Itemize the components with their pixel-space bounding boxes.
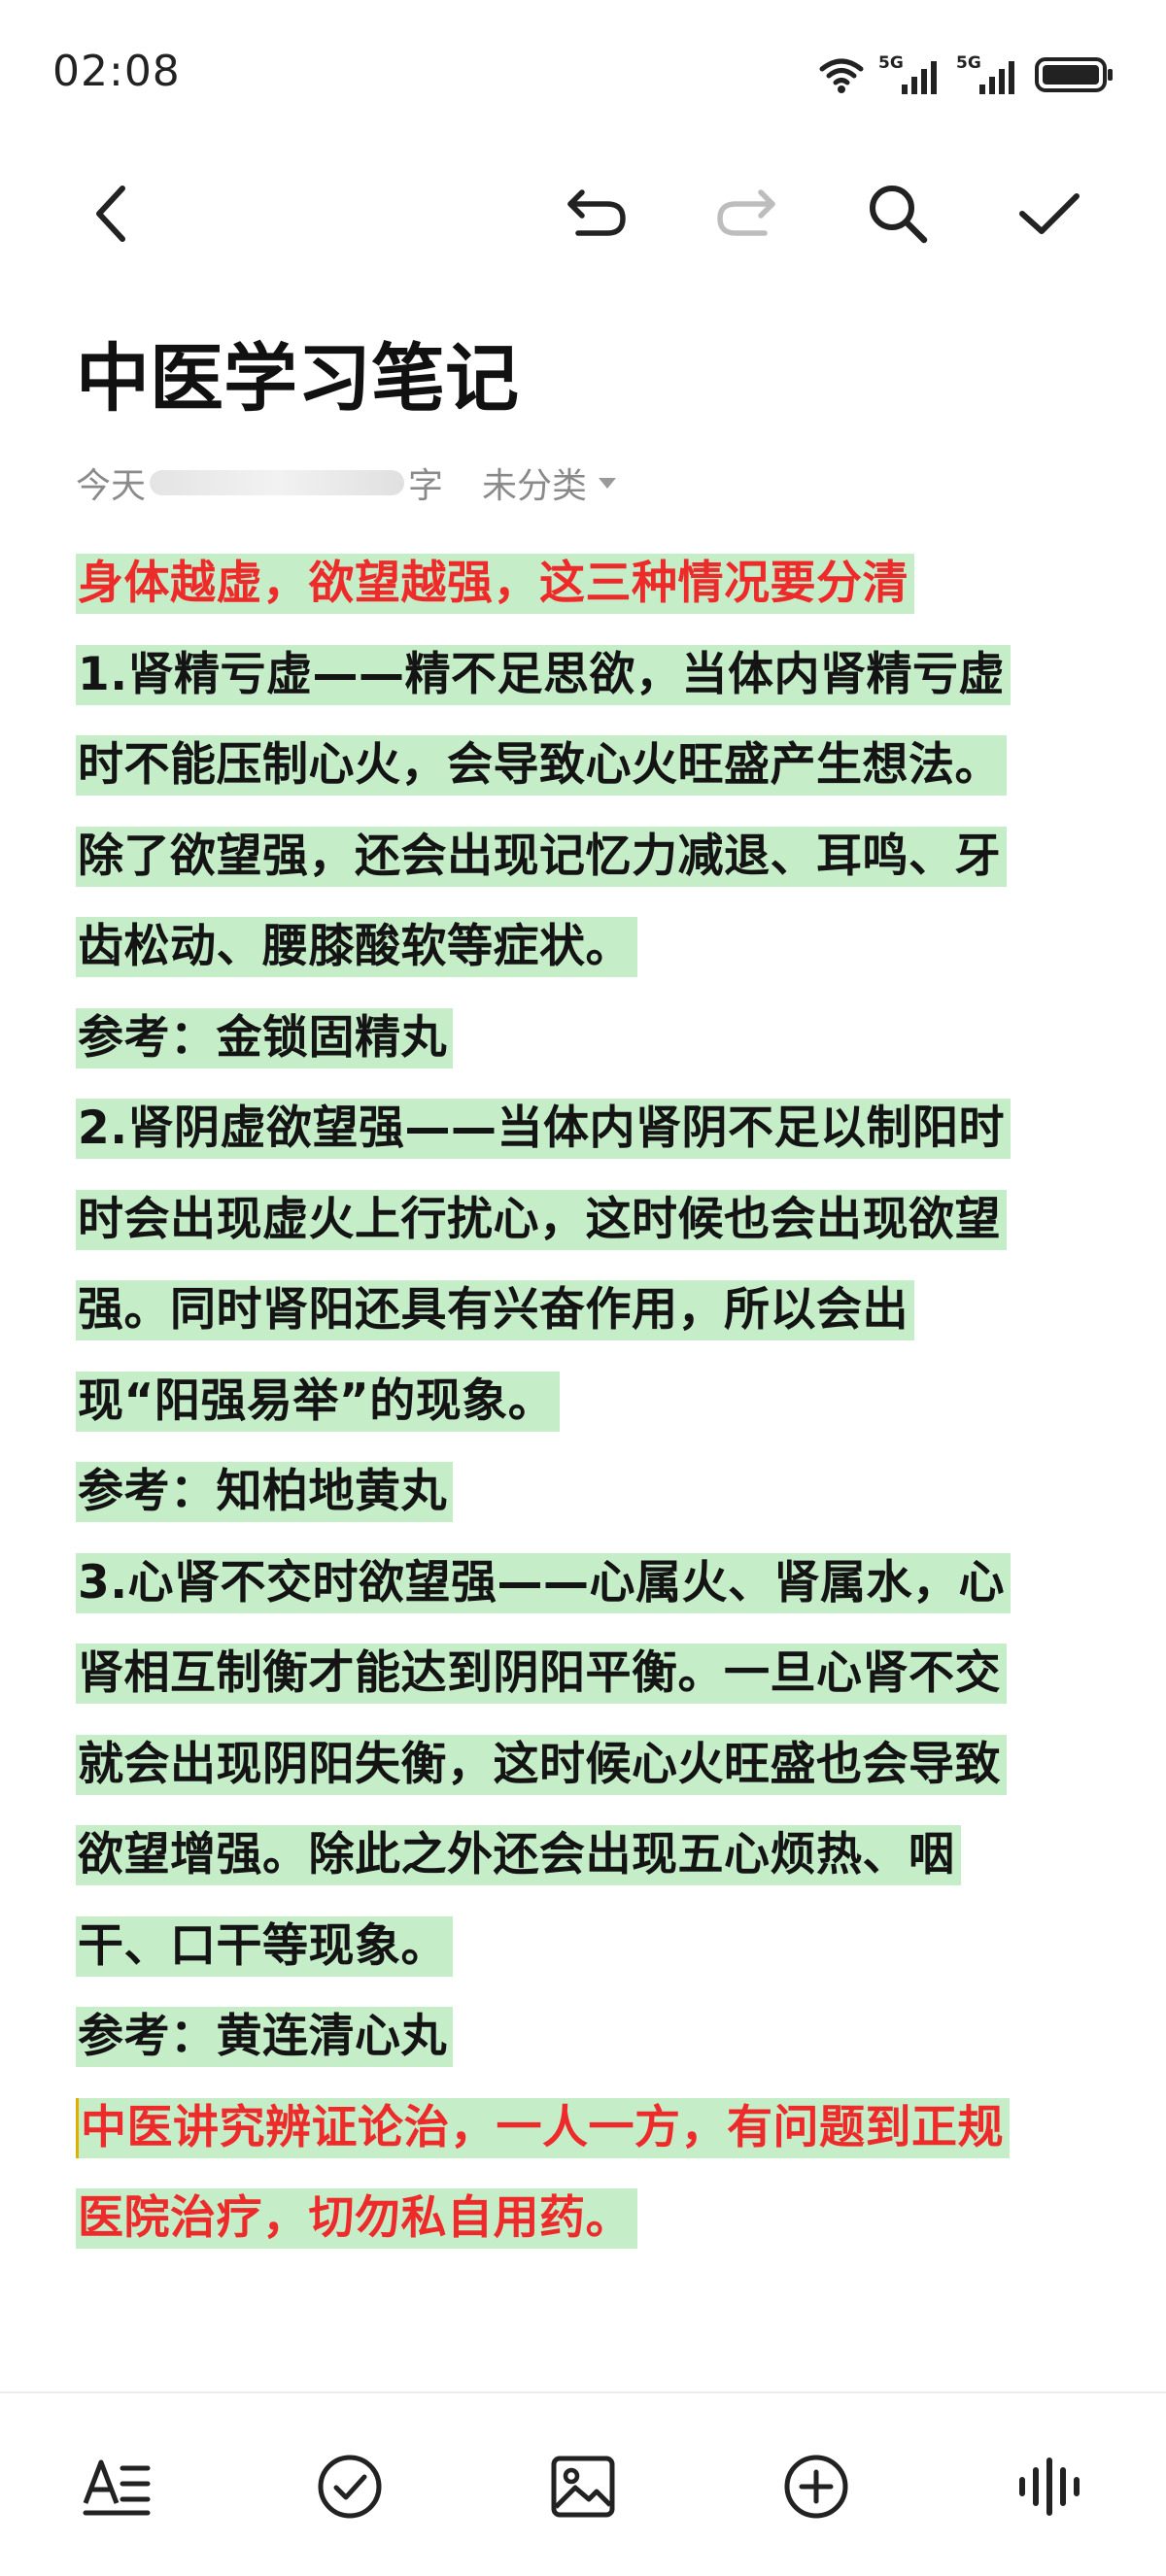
- checklist-icon: [318, 2455, 382, 2519]
- note-line[interactable]: 除了欲望强，还会出现记忆力减退、耳鸣、牙: [76, 826, 1096, 918]
- status-icons: 5G 5G: [818, 51, 1115, 99]
- redo-icon: [717, 189, 775, 236]
- note-line-text: 强。同时肾阳还具有兴奋作用，所以会出: [76, 1280, 914, 1340]
- status-bar: 02:08 5G 5G: [0, 0, 1166, 146]
- category-label: 未分类: [482, 466, 588, 506]
- note-line[interactable]: 时会出现虚火上行扰心，这时候也会出现欲望: [76, 1189, 1096, 1281]
- note-line[interactable]: 身体越虚，欲望越强，这三种情况要分清: [76, 554, 1096, 645]
- note-line-text: 干、口干等现象。: [76, 1915, 453, 1977]
- bottom-toolbar: [0, 2438, 1166, 2535]
- note-date: 今天: [76, 466, 147, 506]
- chevron-down-icon: [599, 478, 617, 489]
- note-line[interactable]: 1.肾精亏虚——精不足思欲，当体内肾精亏虚: [76, 644, 1096, 736]
- note-line[interactable]: 中医讲究辨证论治，一人一方，有问题到正规: [76, 2097, 1096, 2189]
- note-line-text: 参考：金锁固精丸: [76, 1007, 453, 1068]
- note-title[interactable]: 中医学习笔记: [76, 330, 519, 427]
- note-body[interactable]: 身体越虚，欲望越强，这三种情况要分清 1.肾精亏虚——精不足思欲，当体内肾精亏虚时…: [76, 554, 1096, 2280]
- image-icon: [551, 2456, 615, 2518]
- note-line[interactable]: 医院治疗，切勿私自用药。: [76, 2188, 1096, 2280]
- category-selector[interactable]: 未分类: [482, 458, 618, 508]
- note-line-text: 除了欲望强，还会出现记忆力减退、耳鸣、牙: [76, 826, 1007, 887]
- note-line-text: 欲望增强。除此之外还会出现五心烦热、咽: [76, 1825, 961, 1885]
- note-line[interactable]: 就会出现阴阳失衡，这时候心火旺盛也会导致: [76, 1734, 1096, 1826]
- text-format-button[interactable]: [78, 2448, 155, 2525]
- checklist-button[interactable]: [311, 2448, 389, 2525]
- note-line[interactable]: 肾相互制衡才能达到阴阳平衡。一旦心肾不交: [76, 1644, 1096, 1735]
- image-button[interactable]: [544, 2448, 622, 2525]
- done-button[interactable]: [1011, 175, 1088, 253]
- note-line-text: 身体越虚，欲望越强，这三种情况要分清: [76, 554, 914, 614]
- redo-button[interactable]: [707, 175, 785, 253]
- wifi-icon: [819, 58, 864, 93]
- note-line-text: 2.肾阴虚欲望强——当体内肾阴不足以制阳时: [76, 1099, 1012, 1159]
- note-line-text: 医院治疗，切勿私自用药。: [76, 2188, 637, 2249]
- editor-toolbar: [0, 165, 1166, 262]
- battery-icon: [1035, 57, 1113, 92]
- back-icon: [96, 186, 125, 242]
- undo-icon: [567, 189, 626, 236]
- note-line[interactable]: 强。同时肾阳还具有兴奋作用，所以会出: [76, 1280, 1096, 1372]
- back-button[interactable]: [74, 175, 152, 253]
- signal-5g-icon: 5G: [878, 53, 943, 96]
- bottom-divider: [0, 2391, 1166, 2393]
- note-line[interactable]: 干、口干等现象。: [76, 1915, 1096, 2008]
- add-icon: [784, 2455, 848, 2519]
- note-line-text: 现“阳强易举”的现象。: [76, 1371, 561, 1432]
- note-line[interactable]: 时不能压制心火，会导致心火旺盛产生想法。: [76, 735, 1096, 827]
- search-button[interactable]: [859, 175, 937, 253]
- note-line[interactable]: 欲望增强。除此之外还会出现五心烦热、咽: [76, 1825, 1096, 1916]
- note-line-text: 齿松动、腰膝酸软等症状。: [76, 917, 637, 977]
- voice-icon: [1019, 2457, 1080, 2516]
- voice-button[interactable]: [1011, 2448, 1088, 2525]
- note-meta: 今天 字 未分类: [76, 458, 618, 507]
- note-line[interactable]: 齿松动、腰膝酸软等症状。: [76, 917, 1096, 1008]
- note-line-text: 参考：黄连清心丸: [76, 2007, 453, 2067]
- note-line-text: 就会出现阴阳失衡，这时候心火旺盛也会导致: [76, 1734, 1007, 1795]
- redacted-meta: [150, 470, 405, 495]
- note-line-text: 3.心肾不交时欲望强——心属火、肾属水，心: [76, 1552, 1012, 1613]
- add-button[interactable]: [777, 2448, 855, 2525]
- note-line[interactable]: 3.心肾不交时欲望强——心属火、肾属水，心: [76, 1552, 1096, 1644]
- note-line[interactable]: 参考：金锁固精丸: [76, 1007, 1096, 1100]
- status-time: 02:08: [52, 47, 181, 96]
- note-line[interactable]: 参考：黄连清心丸: [76, 2007, 1096, 2098]
- note-line-text: 1.肾精亏虚——精不足思欲，当体内肾精亏虚: [76, 644, 1012, 705]
- note-line-text: 中医讲究辨证论治，一人一方，有问题到正规: [76, 2097, 1010, 2158]
- note-line[interactable]: 参考：知柏地黄丸: [76, 1462, 1096, 1553]
- note-line-text: 时会出现虚火上行扰心，这时候也会出现欲望: [76, 1189, 1007, 1250]
- check-icon: [1019, 193, 1080, 234]
- note-line-text: 参考：知柏地黄丸: [76, 1462, 453, 1522]
- undo-button[interactable]: [558, 175, 635, 253]
- search-icon: [870, 186, 928, 244]
- text-format-icon: [83, 2459, 151, 2516]
- note-line-text: 时不能压制心火，会导致心火旺盛产生想法。: [76, 735, 1007, 796]
- signal-5g-icon: 5G: [956, 53, 1020, 96]
- note-line[interactable]: 2.肾阴虚欲望强——当体内肾阴不足以制阳时: [76, 1099, 1096, 1190]
- note-line[interactable]: 现“阳强易举”的现象。: [76, 1371, 1096, 1463]
- note-line-text: 肾相互制衡才能达到阴阳平衡。一旦心肾不交: [76, 1644, 1007, 1704]
- word-count-suffix: 字: [408, 466, 444, 506]
